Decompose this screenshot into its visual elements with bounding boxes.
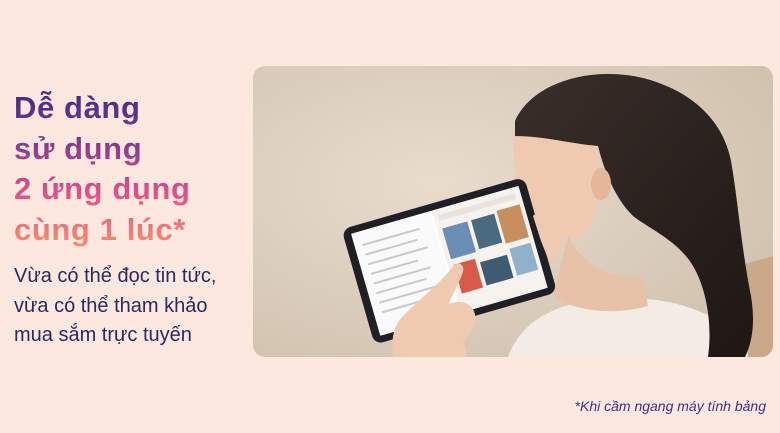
woman-using-tablet-illustration: [253, 66, 773, 357]
product-photo: [253, 66, 773, 357]
headline-line-1: Dễ dàng: [14, 90, 141, 125]
ear: [591, 168, 611, 200]
description-line-2: vừa có thể tham khảo: [14, 294, 208, 317]
headline-line-2: sử dụng: [14, 130, 143, 166]
headline-line-4: cùng 1 lúc*: [14, 211, 186, 247]
headline: Dễ dàng sử dụng 2 ứng dụng cùng 1 lúc*: [14, 88, 191, 250]
headline-line-3: 2 ứng dụng: [14, 171, 191, 206]
description: Vừa có thể đọc tin tức, vừa có thể tham …: [14, 262, 216, 351]
description-line-1: Vừa có thể đọc tin tức,: [14, 265, 217, 287]
footnote: *Khi cầm ngang máy tính bảng: [574, 398, 766, 414]
description-line-3: mua sắm trực tuyến: [14, 324, 192, 346]
